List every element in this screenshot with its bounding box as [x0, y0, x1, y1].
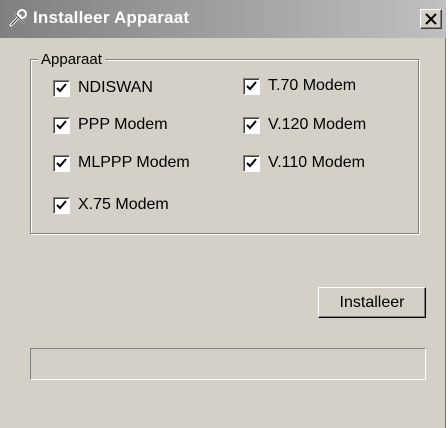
check-icon — [56, 120, 67, 130]
checkbox-label: V.110 Modem — [268, 154, 365, 171]
check-icon — [246, 120, 257, 130]
status-field — [30, 348, 426, 380]
checkbox-box[interactable] — [53, 117, 70, 134]
tools-icon — [8, 9, 28, 29]
checkbox-label: V.120 Modem — [268, 116, 367, 133]
check-icon — [56, 200, 67, 210]
checkbox-label: T.70 Modem — [268, 77, 357, 94]
checkbox-label: PPP Modem — [78, 116, 168, 133]
checkbox-label: NDISWAN — [78, 79, 153, 96]
close-button[interactable] — [420, 9, 442, 29]
window-title: Installeer Apparaat — [33, 8, 190, 27]
install-button[interactable]: Installeer — [318, 287, 426, 318]
checkbox-box[interactable] — [53, 80, 70, 97]
checkbox-box[interactable] — [53, 155, 70, 172]
title-bar[interactable]: Installeer Apparaat — [0, 0, 446, 38]
check-icon — [56, 83, 67, 93]
check-icon — [246, 158, 257, 168]
checkbox-box[interactable] — [243, 78, 260, 95]
checkbox-label: MLPPP Modem — [78, 154, 190, 171]
installer-dialog: Installeer Apparaat Apparaat NDISWAN PPP… — [0, 0, 446, 428]
checkbox-box[interactable] — [243, 117, 260, 134]
check-icon — [246, 81, 257, 91]
checkbox-label: X.75 Modem — [78, 196, 169, 213]
check-icon — [56, 158, 67, 168]
checkbox-box[interactable] — [243, 155, 260, 172]
checkbox-box[interactable] — [53, 197, 70, 214]
close-icon — [425, 13, 437, 25]
group-legend: Apparaat — [38, 51, 105, 68]
